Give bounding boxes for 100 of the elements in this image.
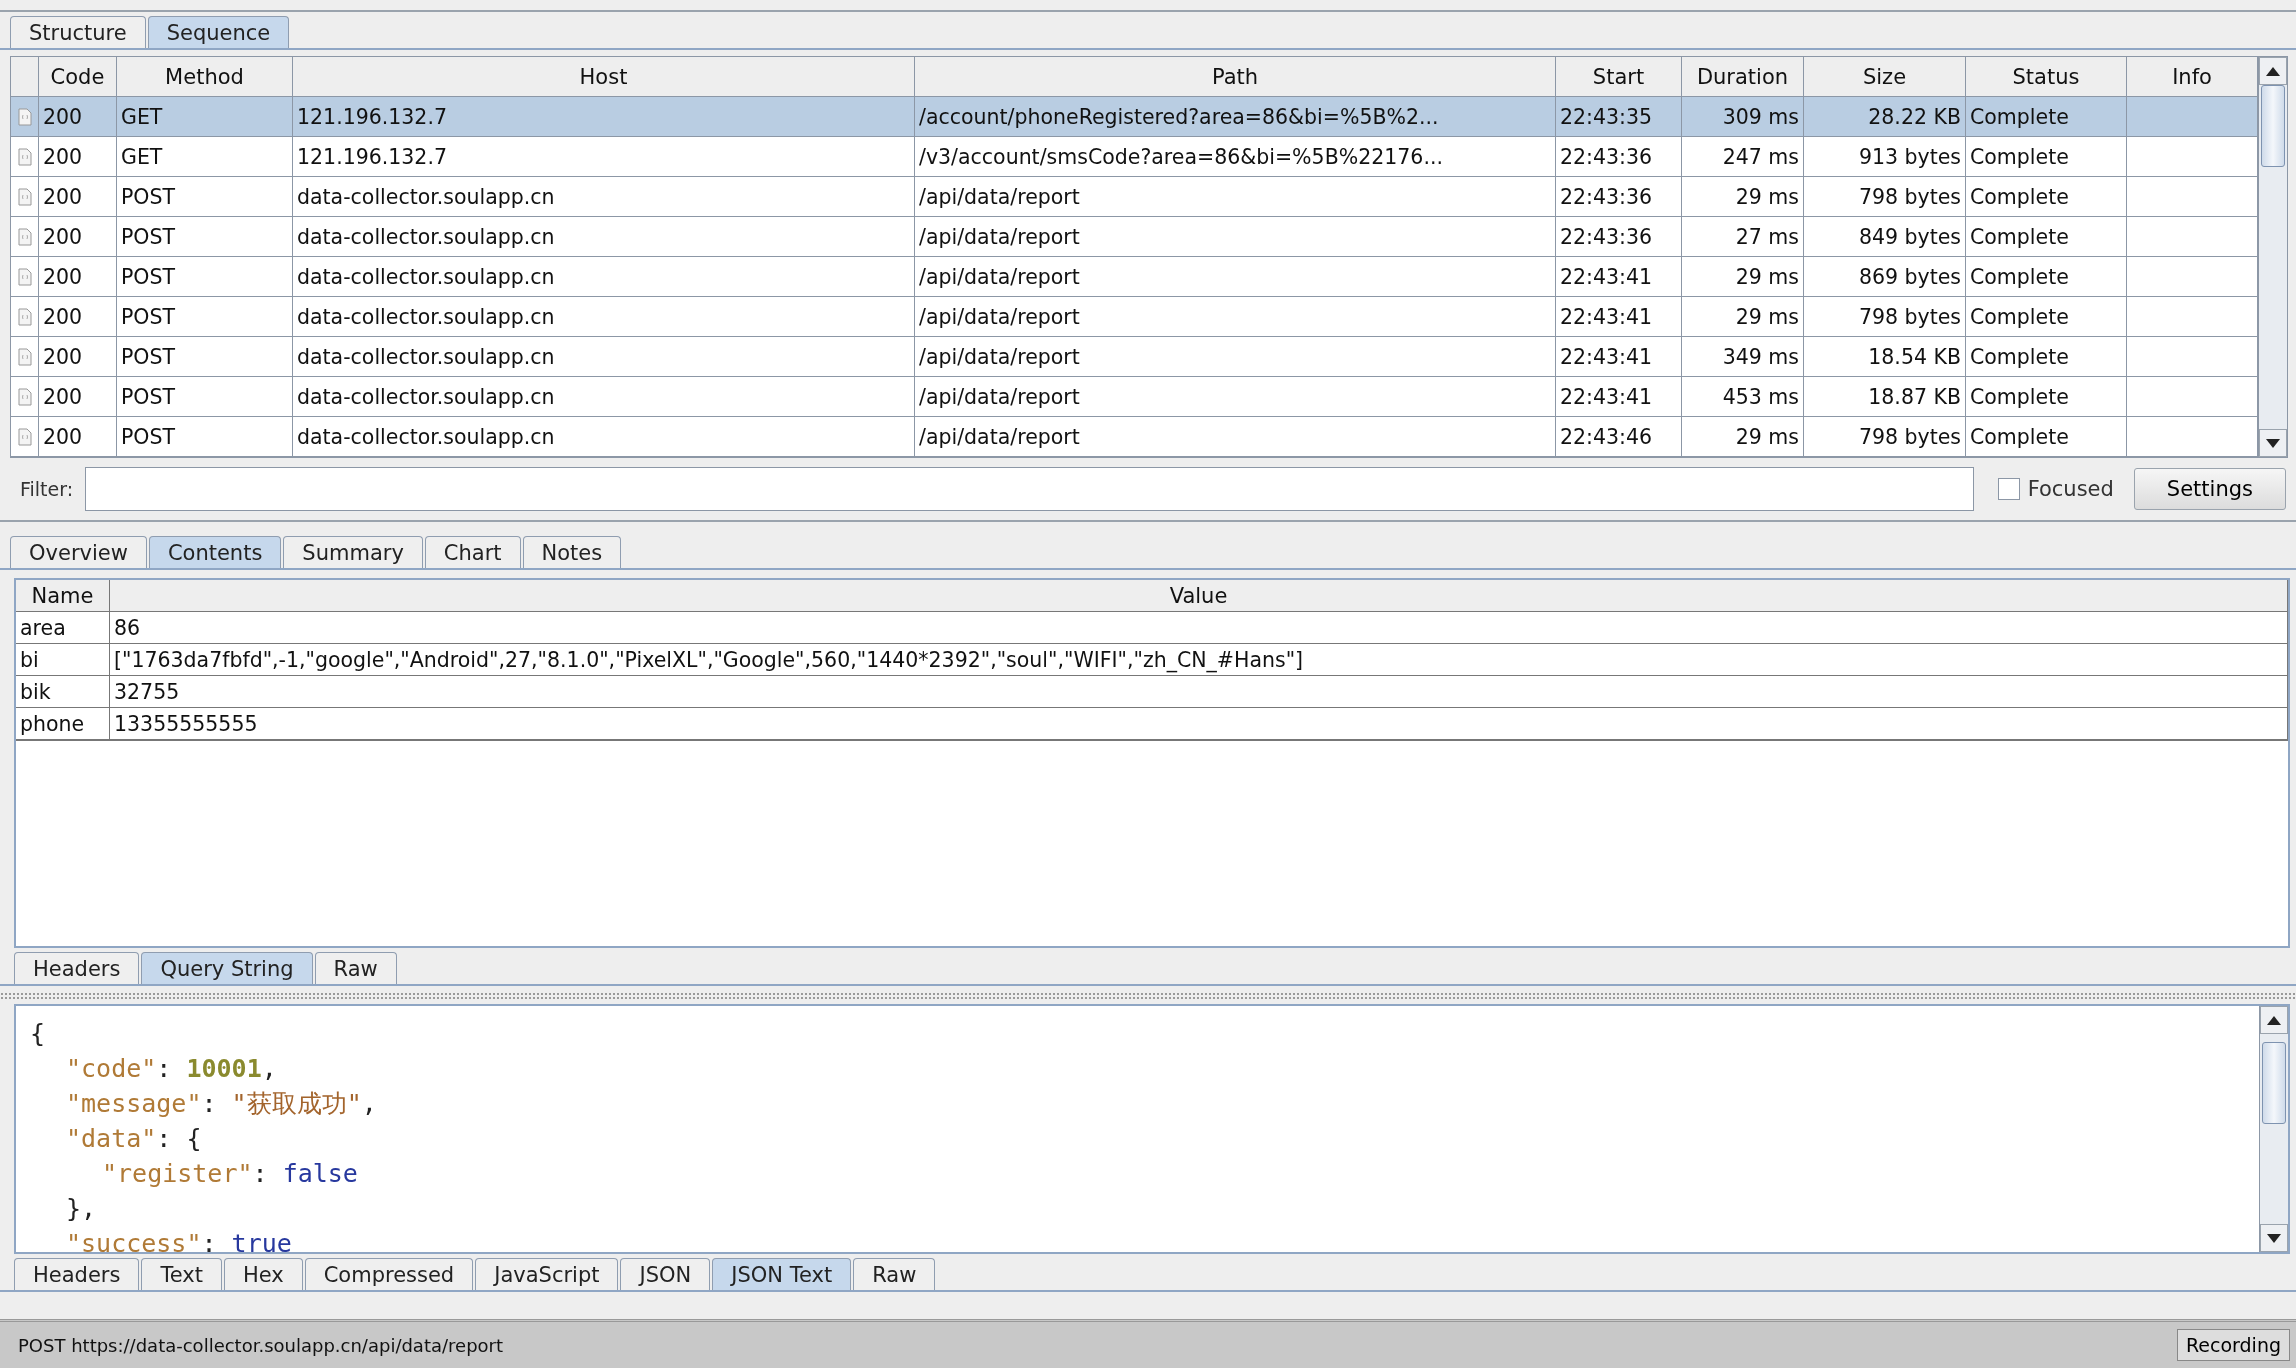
table-cell[interactable] — [2127, 97, 2258, 137]
table-cell[interactable]: 349 ms — [1682, 337, 1804, 377]
table-cell[interactable]: Complete — [1966, 297, 2127, 337]
table-cell[interactable]: 22:43:41 — [1556, 337, 1682, 377]
filter-field[interactable] — [85, 467, 1974, 511]
tab[interactable]: JSON Text — [712, 1258, 852, 1290]
table-cell[interactable]: 798 bytes — [1804, 417, 1966, 457]
table-cell[interactable]: Complete — [1966, 217, 2127, 257]
column-header[interactable]: Duration — [1682, 57, 1804, 97]
table-cell[interactable]: /api/data/report — [915, 177, 1556, 217]
column-header[interactable]: Value — [110, 580, 2288, 612]
tab[interactable]: Sequence — [147, 16, 290, 48]
table-cell[interactable] — [11, 137, 39, 177]
tab[interactable]: Query String — [141, 952, 313, 984]
table-cell[interactable]: /api/data/report — [915, 337, 1556, 377]
recording-button[interactable]: Recording — [2176, 1329, 2290, 1361]
table-cell[interactable]: /api/data/report — [915, 377, 1556, 417]
table-cell[interactable]: POST — [117, 177, 293, 217]
table-cell[interactable]: /v3/account/smsCode?area=86&bi=%5B%22176... — [915, 137, 1556, 177]
scrollbar-thumb[interactable] — [2262, 1042, 2286, 1124]
column-header[interactable]: Start — [1556, 57, 1682, 97]
tab[interactable]: Text — [141, 1258, 222, 1290]
table-cell[interactable]: 200 — [39, 177, 117, 217]
table-cell[interactable]: data-collector.soulapp.cn — [293, 257, 915, 297]
table-cell[interactable]: 869 bytes — [1804, 257, 1966, 297]
table-cell[interactable]: /api/data/report — [915, 297, 1556, 337]
table-cell[interactable]: 29 ms — [1682, 297, 1804, 337]
tab[interactable]: Raw — [314, 952, 397, 984]
table-cell[interactable]: Complete — [1966, 97, 2127, 137]
tab[interactable]: JavaScript — [475, 1258, 619, 1290]
table-cell[interactable]: /api/data/report — [915, 257, 1556, 297]
tab[interactable]: Contents — [148, 536, 282, 568]
table-cell[interactable]: POST — [117, 217, 293, 257]
table-cell[interactable]: 453 ms — [1682, 377, 1804, 417]
table-cell[interactable] — [11, 377, 39, 417]
table-cell[interactable]: data-collector.soulapp.cn — [293, 337, 915, 377]
table-cell[interactable]: 200 — [39, 217, 117, 257]
table-cell[interactable]: 18.87 KB — [1804, 377, 1966, 417]
table-cell[interactable]: /account/phoneRegistered?area=86&bi=%5B%2... — [915, 97, 1556, 137]
tab[interactable]: Raw — [853, 1258, 936, 1290]
table-cell[interactable] — [2127, 217, 2258, 257]
table-cell[interactable] — [11, 417, 39, 457]
table-cell[interactable]: 18.54 KB — [1804, 337, 1966, 377]
table-cell[interactable]: 200 — [39, 417, 117, 457]
table-cell[interactable] — [2127, 377, 2258, 417]
table-cell[interactable]: 798 bytes — [1804, 177, 1966, 217]
table-cell[interactable]: Complete — [1966, 137, 2127, 177]
table-cell[interactable]: 29 ms — [1682, 417, 1804, 457]
settings-button[interactable]: Settings — [2133, 468, 2286, 510]
table-cell[interactable] — [11, 217, 39, 257]
table-cell[interactable]: 121.196.132.7 — [293, 137, 915, 177]
table-cell[interactable]: 200 — [39, 97, 117, 137]
tab[interactable]: Compressed — [304, 1258, 474, 1290]
table-cell[interactable]: 121.196.132.7 — [293, 97, 915, 137]
table-cell[interactable]: 247 ms — [1682, 137, 1804, 177]
table-cell[interactable]: data-collector.soulapp.cn — [293, 377, 915, 417]
table-cell[interactable]: data-collector.soulapp.cn — [293, 177, 915, 217]
table-cell[interactable] — [11, 297, 39, 337]
table-cell[interactable]: 22:43:36 — [1556, 137, 1682, 177]
table-cell[interactable]: 27 ms — [1682, 217, 1804, 257]
arrow-down-icon[interactable] — [2267, 1233, 2281, 1243]
table-cell[interactable]: 200 — [39, 337, 117, 377]
table-cell[interactable]: 29 ms — [1682, 177, 1804, 217]
table-cell[interactable]: data-collector.soulapp.cn — [293, 217, 915, 257]
table-cell[interactable] — [2127, 417, 2258, 457]
table-cell[interactable] — [11, 177, 39, 217]
table-cell[interactable] — [2127, 337, 2258, 377]
arrow-up-icon[interactable] — [2267, 1015, 2281, 1025]
tab[interactable]: JSON — [620, 1258, 711, 1290]
column-header[interactable]: Code — [39, 57, 117, 97]
table-cell[interactable]: 29 ms — [1682, 257, 1804, 297]
table-cell[interactable]: Complete — [1966, 257, 2127, 297]
arrow-up-icon[interactable] — [2266, 66, 2280, 76]
table-cell[interactable]: POST — [117, 377, 293, 417]
table-cell[interactable]: Complete — [1966, 337, 2127, 377]
table-cell[interactable]: POST — [117, 297, 293, 337]
focused-checkbox[interactable]: Focused — [1997, 477, 2114, 501]
table-cell[interactable]: 200 — [39, 137, 117, 177]
column-header[interactable]: Path — [915, 57, 1556, 97]
table-cell[interactable]: GET — [117, 137, 293, 177]
column-header[interactable]: Host — [293, 57, 915, 97]
tab[interactable]: Notes — [522, 536, 622, 568]
table-cell[interactable]: POST — [117, 337, 293, 377]
table-cell[interactable]: 798 bytes — [1804, 297, 1966, 337]
table-cell[interactable]: 200 — [39, 257, 117, 297]
column-header[interactable]: Status — [1966, 57, 2127, 97]
table-cell[interactable]: 22:43:41 — [1556, 257, 1682, 297]
table-cell[interactable]: 22:43:41 — [1556, 297, 1682, 337]
table-cell[interactable] — [2127, 297, 2258, 337]
table-cell[interactable]: 200 — [39, 377, 117, 417]
scrollbar-thumb[interactable] — [2261, 85, 2285, 167]
table-cell[interactable]: 849 bytes — [1804, 217, 1966, 257]
table-cell[interactable] — [2127, 257, 2258, 297]
table-cell[interactable]: /api/data/report — [915, 417, 1556, 457]
tab[interactable]: Headers — [14, 952, 140, 984]
table-cell[interactable] — [2127, 177, 2258, 217]
table-cell[interactable]: Complete — [1966, 177, 2127, 217]
table-cell[interactable]: 22:43:35 — [1556, 97, 1682, 137]
tab[interactable]: Overview — [10, 536, 147, 568]
arrow-down-icon[interactable] — [2266, 438, 2280, 448]
